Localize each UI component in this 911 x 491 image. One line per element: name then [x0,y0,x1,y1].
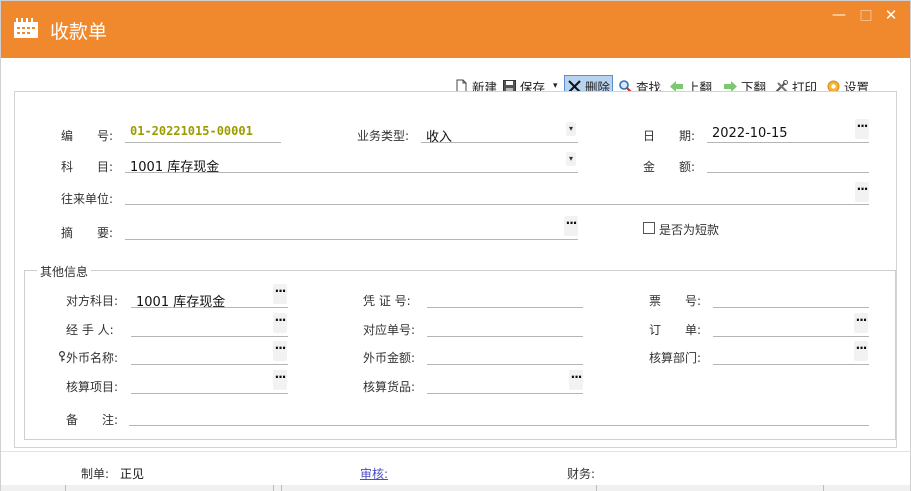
ticket-field[interactable] [713,288,869,308]
close-button[interactable]: ✕ [883,7,899,23]
short-label: 是否为短款 [659,223,720,237]
goods-label: 核算货品: [363,380,416,394]
handler-field[interactable] [131,317,288,337]
order-label: 订 单: [649,323,702,337]
partner-label: 往来单位: [61,192,114,206]
bottom-strip [1,485,910,491]
counter-subject-lookup-button[interactable]: ··· [273,284,287,304]
remark-field[interactable] [129,406,869,426]
subject-value: 1001 库存现金 [130,160,220,175]
maximize-button[interactable]: □ [858,7,874,23]
audit-link[interactable]: 审核: [360,465,388,482]
receipt-icon [14,18,38,38]
voucher-label: 凭 证 号: [363,294,411,308]
footer-divider [1,451,910,452]
short-checkbox[interactable] [643,222,655,234]
summary-lookup-button[interactable]: ··· [564,216,578,236]
receipt-window: 收款单 — □ ✕ 新建 保存 ▾ 删除 查找 上翻 下翻 打印 设置 编 号:… [0,0,911,491]
business-type-value: 收入 [426,130,453,145]
currency-amount-field[interactable] [427,345,583,365]
business-type-dropdown-icon[interactable]: ▾ [566,122,576,136]
goods-lookup-button[interactable]: ··· [569,370,583,390]
currency-label: 外币名称: [66,351,119,365]
goods-field[interactable] [427,374,583,394]
counter-subject-label: 对方科目: [66,294,119,308]
project-field[interactable] [131,374,288,394]
handler-label: 经 手 人: [66,323,114,337]
ticket-label: 票 号: [649,294,702,308]
currency-lookup-button[interactable]: ··· [273,341,287,361]
maker-value: 正见 [120,467,145,481]
partner-field[interactable] [125,185,869,205]
order-number-field[interactable] [427,317,583,337]
remark-label: 备 注: [66,413,119,427]
dept-lookup-button[interactable]: ··· [854,341,868,361]
voucher-field[interactable] [427,288,583,308]
business-type-label: 业务类型: [357,129,410,143]
summary-field[interactable] [125,220,578,240]
key-icon [59,351,65,362]
currency-field[interactable] [131,345,288,365]
order-lookup-button[interactable]: ··· [854,313,868,333]
order-number-label: 对应单号: [363,323,416,337]
summary-label: 摘 要: [61,226,114,240]
date-value: 2022-10-15 [712,126,788,141]
number-label: 编 号: [61,129,114,143]
subject-dropdown-icon[interactable]: ▾ [566,152,576,166]
amount-label: 金 额: [643,160,696,174]
minimize-button[interactable]: — [831,7,847,23]
order-field[interactable] [713,317,869,337]
subject-label: 科 目: [61,160,114,174]
maker-label: 制单: [81,467,110,481]
project-label: 核算项目: [66,380,119,394]
date-picker-button[interactable]: ··· [855,119,869,139]
finance-label: 财务: [567,467,596,481]
title-bar: 收款单 — □ ✕ [1,1,910,58]
date-label: 日 期: [643,129,696,143]
currency-amount-label: 外币金额: [363,351,416,365]
dept-label: 核算部门: [649,351,702,365]
partner-lookup-button[interactable]: ··· [855,182,869,202]
window-title: 收款单 [50,21,108,43]
amount-field[interactable] [707,153,869,173]
project-lookup-button[interactable]: ··· [273,370,287,390]
handler-lookup-button[interactable]: ··· [273,313,287,333]
other-info-title: 其他信息 [37,263,92,280]
counter-subject-value: 1001 库存现金 [136,295,226,310]
dept-field[interactable] [713,345,869,365]
number-value: 01-20221015-00001 [130,124,253,138]
